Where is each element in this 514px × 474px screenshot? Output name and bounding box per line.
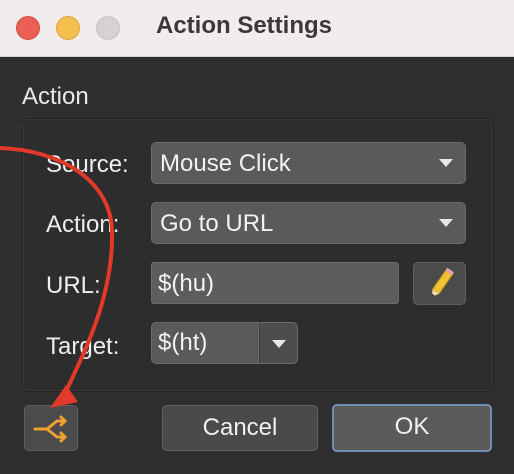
ok-button[interactable]: OK — [332, 404, 492, 452]
action-value: Go to URL — [160, 210, 274, 237]
target-value: $(ht) — [158, 329, 208, 356]
cancel-button[interactable]: Cancel — [162, 405, 318, 451]
zoom-window-button[interactable] — [96, 16, 120, 40]
minimize-window-button[interactable] — [56, 16, 80, 40]
branch-arrows-icon — [33, 415, 67, 443]
url-label: URL: — [46, 272, 101, 299]
action-label: Action: — [46, 211, 120, 238]
source-label: Source: — [46, 151, 129, 178]
url-value: $(hu) — [158, 270, 215, 297]
action-popup[interactable]: Go to URL — [151, 202, 466, 244]
url-field[interactable]: $(hu) — [151, 262, 399, 304]
chevron-down-icon — [272, 340, 286, 348]
close-window-button[interactable] — [16, 16, 40, 40]
group-title: Action — [22, 83, 89, 110]
target-label: Target: — [46, 333, 120, 360]
title-bar: Action Settings — [0, 0, 514, 57]
source-popup[interactable]: Mouse Click — [151, 142, 466, 184]
source-value: Mouse Click — [160, 150, 291, 177]
pencil-icon — [431, 267, 455, 298]
routing-button[interactable] — [24, 405, 78, 451]
window-title: Action Settings — [156, 12, 333, 39]
edit-url-button[interactable] — [413, 262, 466, 305]
chevron-down-icon — [439, 159, 453, 167]
target-combo-dropdown-button[interactable] — [259, 322, 298, 364]
target-combo-field[interactable]: $(ht) — [151, 322, 259, 364]
chevron-down-icon — [439, 219, 453, 227]
